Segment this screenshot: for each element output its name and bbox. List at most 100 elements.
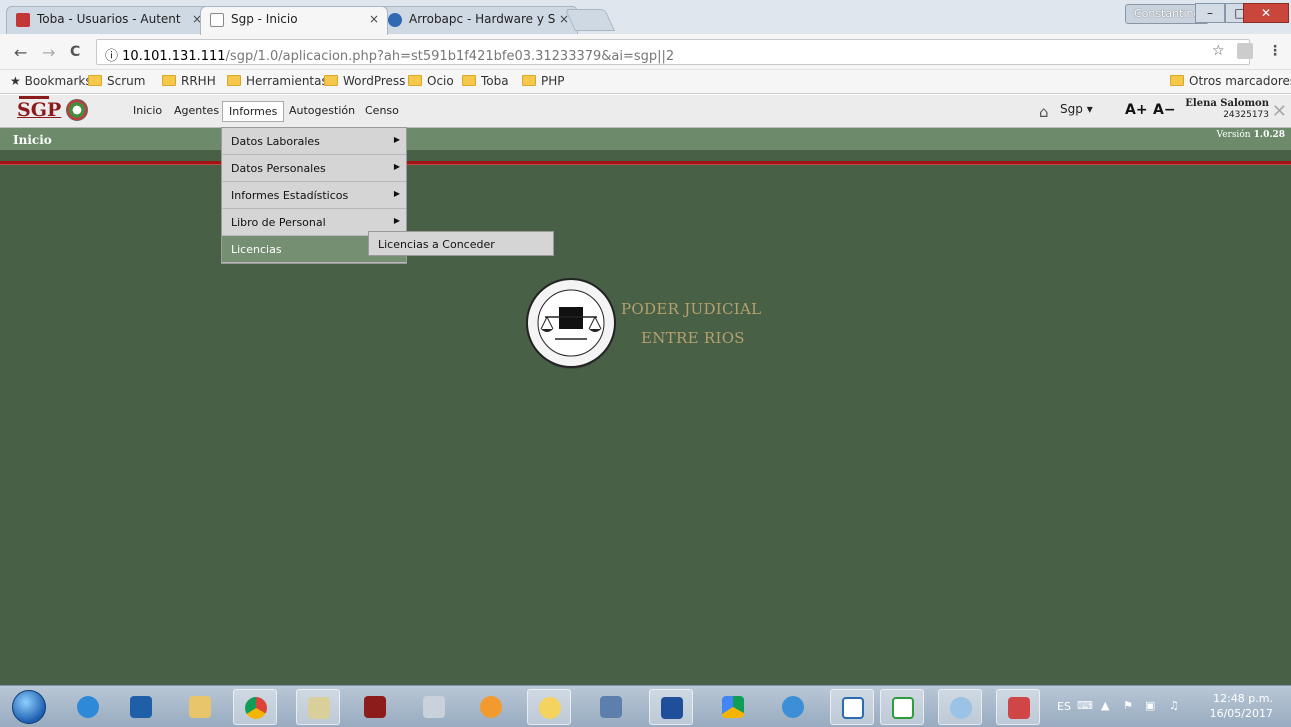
system-tray: ES ⌨ ▲ ⚑ ▣ ♫ 12:48 p.m. 16/05/2017: [1041, 686, 1291, 727]
page-title: Inicio: [13, 133, 52, 147]
menu-censo[interactable]: Censo: [365, 104, 399, 117]
forward-button[interactable]: →: [42, 43, 55, 62]
home-icon[interactable]: ⌂: [1039, 103, 1049, 121]
tab-sgp-inicio[interactable]: Sgp - Inicio ×: [200, 6, 388, 35]
outlook-icon[interactable]: [119, 689, 163, 725]
site-info-icon[interactable]: ⓘ: [105, 49, 118, 64]
mail-icon[interactable]: [296, 689, 340, 725]
bookmarks-bar: ★ Bookmarks Scrum RRHH Herramientas Word…: [0, 70, 1291, 94]
star-icon: ★: [10, 74, 21, 88]
logout-icon[interactable]: ✕: [1272, 101, 1287, 122]
sgp-logo[interactable]: SGP: [17, 96, 61, 121]
bookmark-herramientas[interactable]: Herramientas: [227, 74, 328, 88]
font-decrease-button[interactable]: A−: [1153, 102, 1176, 118]
chrome-icon[interactable]: [233, 689, 277, 725]
tab-title: Toba - Usuarios - Autent: [37, 12, 181, 26]
version-label: Versión 1.0.28: [1216, 130, 1285, 140]
keyboard-icon[interactable]: ⌨: [1077, 699, 1093, 712]
reload-button[interactable]: C: [70, 44, 80, 60]
window-close-button[interactable]: ✕: [1243, 3, 1289, 23]
ie-icon[interactable]: [66, 689, 110, 725]
explorer-icon[interactable]: [178, 689, 222, 725]
volume-icon[interactable]: ♫: [1169, 699, 1179, 712]
folder-icon: [227, 75, 241, 86]
header-divider: [0, 161, 1291, 165]
firefox-icon[interactable]: [469, 689, 513, 725]
url-input[interactable]: ⓘ 10.101.131.111/sgp/1.0/aplicacion.php?…: [96, 39, 1250, 65]
clock-date[interactable]: 16/05/2017: [1210, 707, 1273, 720]
tab-arrobapc[interactable]: Arrobapc - Hardware y S ×: [378, 6, 578, 34]
submenu-item-licencias-a-conceder[interactable]: Licencias a Conceder: [368, 231, 554, 256]
tab-toba[interactable]: Toba - Usuarios - Autent ×: [6, 6, 211, 34]
folder-icon: [324, 75, 338, 86]
stamp-icon[interactable]: [353, 689, 397, 725]
chevron-right-icon: ▶: [393, 189, 400, 198]
browser-menu-icon[interactable]: ⋮: [1268, 43, 1282, 59]
page-title-bar: Inicio Versión 1.0.28: [0, 128, 1291, 150]
network-icon[interactable]: [589, 689, 633, 725]
menu-autogestion[interactable]: Autogestión: [289, 104, 355, 117]
menu-informes[interactable]: Informes: [222, 101, 285, 122]
drive-icon[interactable]: [711, 689, 755, 725]
extension-icon[interactable]: [1237, 43, 1253, 59]
save-icon[interactable]: [649, 689, 693, 725]
bookmarks-button[interactable]: ★ Bookmarks: [10, 74, 92, 88]
bookmark-toba[interactable]: Toba: [462, 74, 509, 88]
folder-icon: [88, 75, 102, 86]
project-select[interactable]: Sgp ▾: [1060, 102, 1093, 116]
dropdown-item-datos-laborales[interactable]: Datos Laborales ▶: [222, 128, 406, 155]
tab-title: Sgp - Inicio: [231, 12, 298, 26]
chevron-down-icon: ▾: [1086, 102, 1093, 116]
xtools-icon[interactable]: [771, 689, 815, 725]
bookmark-otros-marcadores[interactable]: Otros marcadores: [1170, 74, 1291, 88]
url-host: 10.101.131.111: [122, 49, 226, 64]
bookmark-scrum[interactable]: Scrum: [88, 74, 145, 88]
chevron-right-icon: ▶: [393, 216, 400, 225]
folder-icon: [408, 75, 422, 86]
bookmark-wordpress[interactable]: WordPress: [324, 74, 405, 88]
calculator-icon[interactable]: [412, 689, 456, 725]
close-icon[interactable]: ×: [369, 12, 379, 26]
chevron-right-icon: ▶: [393, 135, 400, 144]
menu-inicio[interactable]: Inicio: [133, 104, 162, 117]
font-increase-button[interactable]: A+: [1125, 102, 1148, 118]
pidgin-icon[interactable]: [527, 689, 571, 725]
language-indicator[interactable]: ES: [1057, 700, 1071, 713]
page-icon: [210, 13, 224, 27]
calc-icon[interactable]: [880, 689, 924, 725]
address-bar: ← → C ⓘ 10.101.131.111/sgp/1.0/aplicacio…: [0, 34, 1291, 70]
snipping-icon[interactable]: [996, 689, 1040, 725]
bookmark-star-icon[interactable]: ☆: [1212, 43, 1225, 59]
bookmark-ocio[interactable]: Ocio: [408, 74, 454, 88]
dropdown-item-datos-personales[interactable]: Datos Personales ▶: [222, 155, 406, 182]
folder-icon: [462, 75, 476, 86]
url-path: /sgp/1.0/aplicacion.php?ah=st591b1f421bf…: [225, 49, 675, 64]
bookmark-rrhh[interactable]: RRHH: [162, 74, 216, 88]
arrobapc-icon: [388, 13, 402, 27]
user-id: 24325173: [1223, 110, 1269, 120]
app-header: SGP Inicio Agentes Informes Autogestión …: [0, 95, 1291, 128]
crest-icon: [66, 99, 88, 121]
menu-agentes[interactable]: Agentes: [174, 104, 219, 117]
folder-icon: [1170, 75, 1184, 86]
folder-icon: [162, 75, 176, 86]
paint-icon[interactable]: [938, 689, 982, 725]
chevron-right-icon: ▶: [393, 162, 400, 171]
app-container: SGP Inicio Agentes Informes Autogestión …: [0, 95, 1291, 685]
folder-icon: [522, 75, 536, 86]
clock-time[interactable]: 12:48 p.m.: [1213, 692, 1273, 705]
flag-icon[interactable]: ⚑: [1123, 699, 1133, 712]
minimize-button[interactable]: –: [1195, 3, 1225, 23]
dropdown-item-informes-estadisticos[interactable]: Informes Estadísticos ▶: [222, 182, 406, 209]
writer-icon[interactable]: [830, 689, 874, 725]
network-status-icon[interactable]: ▣: [1145, 699, 1155, 712]
bookmark-php[interactable]: PHP: [522, 74, 565, 88]
toba-icon: [16, 13, 30, 27]
browser-tab-strip: Toba - Usuarios - Autent × Sgp - Inicio …: [0, 0, 1291, 35]
back-button[interactable]: ←: [14, 43, 27, 62]
start-button[interactable]: [12, 690, 46, 724]
show-hidden-icons-icon[interactable]: ▲: [1101, 699, 1109, 712]
taskbar: ES ⌨ ▲ ⚑ ▣ ♫ 12:48 p.m. 16/05/2017: [0, 685, 1291, 727]
emblem-subtitle: ENTRE RIOS: [641, 329, 745, 347]
emblem-title: PODER JUDICIAL: [621, 300, 762, 318]
